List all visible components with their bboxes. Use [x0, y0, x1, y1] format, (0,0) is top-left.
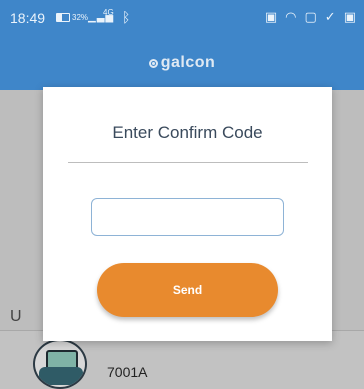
dialog-divider [68, 162, 308, 163]
device-name: 7001A [107, 364, 148, 380]
notification-icon: ▣ [343, 9, 356, 24]
section-label: U [10, 308, 22, 325]
confirm-code-input[interactable] [91, 198, 284, 236]
network-type: 4G [103, 8, 114, 17]
device-image [33, 339, 87, 389]
dialog-title: Enter Confirm Code [112, 123, 263, 142]
check-icon: ✓ [324, 9, 336, 24]
device-base [39, 367, 83, 385]
battery-icon [56, 13, 70, 22]
status-time: 18:49 [10, 10, 46, 26]
sim-icon: ▢ [304, 9, 317, 24]
app-header: galcon [0, 36, 364, 90]
wifi-icon: ◠ [285, 9, 297, 24]
battery-indicator: 32% [56, 13, 88, 22]
logo-text: galcon [160, 54, 216, 71]
battery-percent: 32% [72, 13, 89, 22]
status-bar: 18:49 32% ▁▃▅ 4G ᛒ ▣ ◠ ▢ ✓ ▣ [0, 0, 364, 36]
status-icons-right: ▣ ◠ ▢ ✓ ▣ [265, 9, 356, 25]
calendar-icon: ▣ [264, 9, 278, 24]
galcon-logo: galcon [148, 54, 216, 72]
send-button[interactable]: Send [97, 263, 278, 317]
bluetooth-icon: ᛒ [122, 9, 131, 25]
confirm-code-dialog: Enter Confirm Code Send [43, 87, 332, 341]
logo-mark-icon [148, 58, 158, 68]
